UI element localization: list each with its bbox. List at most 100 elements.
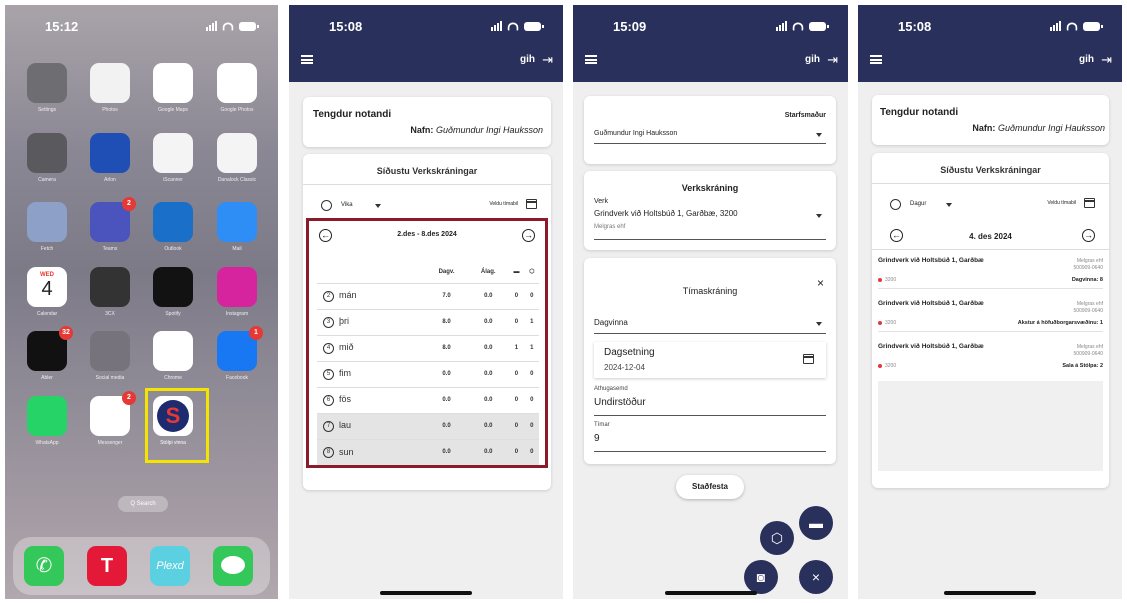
date-label: Dagsetning xyxy=(604,347,655,358)
day-name: fös xyxy=(339,394,352,405)
next-week-icon[interactable]: → xyxy=(522,229,535,242)
username: gih xyxy=(1079,54,1094,65)
app-icon-11[interactable] xyxy=(217,202,257,242)
work-card: Verkskráning Verk Grindverk við Holtsbúð… xyxy=(584,171,836,250)
app-label: Mail xyxy=(232,246,242,252)
day-name: sun xyxy=(339,446,354,457)
app-icon-20[interactable] xyxy=(27,396,67,436)
entry-desc: Dagvinna: 8 xyxy=(1071,277,1103,283)
status-dot xyxy=(878,277,882,282)
day-number: 4 xyxy=(323,342,334,354)
app-icon-15[interactable] xyxy=(217,267,257,307)
notification-badge: 2 xyxy=(122,391,136,405)
table-row[interactable]: 6 fös 0.0 0.0 0 0 xyxy=(317,386,539,413)
table-row[interactable]: 7 lau 0.0 0.0 0 0 xyxy=(317,412,539,439)
employee-select[interactable]: Guðmundur Ingi Hauksson xyxy=(594,126,826,144)
search-pill[interactable]: Q Search xyxy=(118,496,168,512)
table-row[interactable]: 3 þri 8.0 0.0 0 1 xyxy=(317,308,539,335)
entry-code: 3200 xyxy=(885,320,897,326)
app-icon-3[interactable] xyxy=(217,63,257,103)
home-screen: 15:12 Settings Photos Google Maps Google Ph… xyxy=(5,5,278,599)
name-label: Nafn: xyxy=(972,123,996,133)
hours-input[interactable]: 9 xyxy=(594,430,826,452)
app-icon-13[interactable] xyxy=(90,267,130,307)
day-number: 8 xyxy=(323,446,334,458)
app-icon-2[interactable] xyxy=(153,63,193,103)
app-icon-10[interactable] xyxy=(153,202,193,242)
table-cell: 0 xyxy=(508,386,525,413)
col-dagv: Dagv. xyxy=(438,268,455,275)
battery-icon xyxy=(1083,21,1103,31)
close-fab[interactable]: × xyxy=(799,560,833,594)
entry-title: Grindverk við Holtsbúð 1, Garðbæ xyxy=(878,257,984,264)
list-item[interactable]: Grindverk við Holtsbúð 1, Garðbæ Melgras … xyxy=(878,343,1103,383)
app-icon-14[interactable] xyxy=(153,267,193,307)
table-cell: 0 xyxy=(524,360,539,387)
table-cell: 0.0 xyxy=(468,334,509,361)
name-label: Nafn: xyxy=(410,125,434,135)
app-icon-1[interactable] xyxy=(90,63,130,103)
dock-plexd-icon[interactable]: Plexd xyxy=(150,546,190,586)
app-icon-17[interactable] xyxy=(90,331,130,371)
dock-messages-icon[interactable] xyxy=(213,546,253,586)
date-field[interactable]: Dagsetning 2024-12-04 xyxy=(594,342,826,378)
divider xyxy=(878,331,1103,332)
table-cell: 0 xyxy=(524,438,539,465)
day-number: 6 xyxy=(323,394,334,406)
calendar-icon[interactable] xyxy=(803,354,814,364)
table-row[interactable]: 2 mán 7.0 0.0 0 0 xyxy=(317,282,539,309)
table-cell: 1 xyxy=(524,308,539,335)
close-icon[interactable]: × xyxy=(817,276,824,290)
logout-icon[interactable]: ⇥ xyxy=(542,52,553,68)
app-icon-6[interactable] xyxy=(153,133,193,173)
app-icon-5[interactable] xyxy=(90,133,130,173)
pick-period-label: Veldu tímabil xyxy=(489,201,518,207)
table-row[interactable]: 5 fim 0.0 0.0 0 0 xyxy=(317,360,539,387)
time-title: Tímaskráning xyxy=(682,286,738,296)
calendar-icon[interactable] xyxy=(526,199,537,209)
app-label: Danalock Classic xyxy=(217,177,257,183)
table-row[interactable]: 4 mið 8.0 0.0 1 1 xyxy=(317,334,539,361)
entry-desc: Sala á Stólpa: 2 xyxy=(1062,363,1103,369)
app-highlight-box xyxy=(145,388,209,463)
calendar-icon[interactable] xyxy=(1084,198,1095,208)
menu-icon[interactable] xyxy=(870,55,882,64)
logout-icon[interactable]: ⇥ xyxy=(827,52,838,68)
table-row[interactable]: 8 sun 0.0 0.0 0 0 xyxy=(317,438,539,465)
empty-list-area xyxy=(878,381,1103,471)
app-icon-8[interactable] xyxy=(27,202,67,242)
day-date: 4. des 2024 xyxy=(969,232,1012,241)
app-header: 15:08 gih ⇥ xyxy=(289,5,563,82)
bag-fab[interactable]: ◙ xyxy=(744,560,778,594)
wifi-icon xyxy=(1066,21,1078,31)
recent-entries-card: Síðustu Verkskráningar Dagur Veldu tímab… xyxy=(872,153,1109,488)
note-input[interactable]: Undirstöður xyxy=(594,394,826,416)
confirm-button[interactable]: Staðfesta xyxy=(676,475,744,499)
period-select[interactable]: Dagur xyxy=(910,201,926,207)
app-label: Instagram xyxy=(225,311,249,317)
table-cell: 0 xyxy=(508,360,525,387)
app-icon-4[interactable] xyxy=(27,133,67,173)
menu-icon[interactable] xyxy=(585,55,597,64)
package-fab[interactable]: ⬡ xyxy=(760,521,794,555)
period-select[interactable]: Vika xyxy=(341,202,353,208)
list-item[interactable]: Grindverk við Holtsbúð 1, Garðbæ Melgras … xyxy=(878,257,1103,297)
app-icon-0[interactable] xyxy=(27,63,67,103)
type-select[interactable]: Dagvinna xyxy=(594,314,826,334)
app-header: 15:09 gih ⇥ xyxy=(573,5,848,82)
table-cell: 8.0 xyxy=(424,334,469,361)
car-fab[interactable]: ▬ xyxy=(799,506,833,540)
app-icon-18[interactable] xyxy=(153,331,193,371)
list-item[interactable]: Grindverk við Holtsbúð 1, Garðbæ Melgras … xyxy=(878,300,1103,340)
app-icon-12[interactable]: WED 4 xyxy=(27,267,67,307)
table-cell: 0.0 xyxy=(468,360,509,387)
verk-select[interactable]: Grindverk við Holtsbúð 1, Garðbæ, 3200 Me… xyxy=(594,206,826,240)
next-day-icon[interactable]: → xyxy=(1082,229,1095,242)
week-range: 2.des - 8.des 2024 xyxy=(397,231,457,238)
logout-icon[interactable]: ⇥ xyxy=(1101,52,1112,68)
day-number: 7 xyxy=(323,420,334,432)
dock-phone-icon[interactable]: ✆ xyxy=(24,546,64,586)
app-icon-7[interactable] xyxy=(217,133,257,173)
dock-tesla-icon[interactable]: T xyxy=(87,546,127,586)
menu-icon[interactable] xyxy=(301,55,313,64)
